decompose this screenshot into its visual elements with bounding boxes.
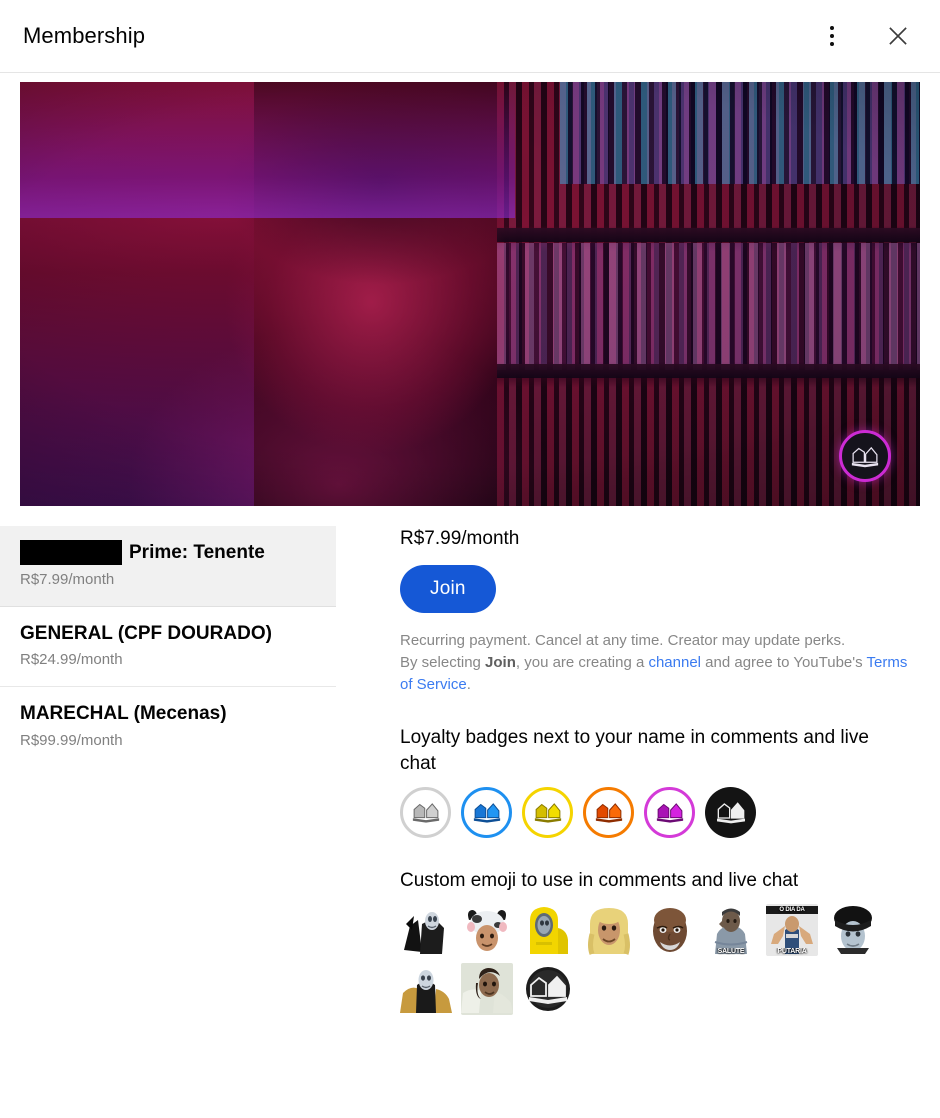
redacted-text-block (20, 540, 122, 566)
emoji-image (834, 905, 872, 954)
book-mountain-icon (656, 803, 683, 823)
loyalty-badge-row (400, 786, 918, 838)
custom-emoji-title: Custom emoji to use in comments and live… (400, 869, 799, 891)
tier-name-label: Prime: Tenente (129, 542, 265, 563)
loyalty-badge-orange (583, 786, 634, 838)
banner-container (0, 73, 940, 506)
emoji-saluting-figure[interactable]: SALUTE (705, 903, 757, 956)
emoji-image (461, 962, 513, 1015)
emoji-yellow-hazmat-suit[interactable] (522, 903, 574, 956)
loyalty-badge-gray (400, 786, 451, 838)
tier-name: Prime: Tenente (20, 540, 316, 566)
book-mountain-icon (534, 803, 561, 823)
tier-price: R$24.99/month (20, 651, 123, 669)
tier-list: Prime: Tenente R$7.99/month GENERAL (CPF… (0, 526, 336, 767)
emoji-image (526, 966, 570, 1011)
emoji-putaria[interactable]: O DIA DA PUTARIA (766, 903, 818, 956)
emoji-image (588, 907, 630, 955)
legal-period: . (466, 675, 471, 693)
legal-mid2: and agree to YouTube's (701, 653, 867, 671)
loyalty-badge-black (705, 786, 756, 838)
tier-detail-pane: R$7.99/month Join Recurring payment. Can… (336, 526, 940, 1015)
dialog-header: Membership (0, 0, 940, 73)
kebab-menu-icon (830, 26, 834, 46)
tier-option-marechal[interactable]: MARECHAL (Mecenas) R$99.99/month (0, 687, 336, 767)
close-icon (889, 27, 907, 45)
channel-avatar[interactable] (839, 430, 891, 482)
detail-price: R$7.99/month (400, 528, 520, 549)
tier-price: R$7.99/month (20, 570, 115, 588)
emoji-image (400, 969, 452, 1013)
emoji-caption-top: O DIA DA (766, 905, 818, 914)
header-actions (812, 16, 918, 56)
channel-link[interactable]: channel (648, 654, 701, 671)
tier-option-general[interactable]: GENERAL (CPF DOURADO) R$24.99/month (0, 607, 336, 688)
emoji-image (530, 906, 568, 954)
book-mountain-icon (716, 802, 745, 824)
book-mountain-icon (473, 803, 500, 823)
loyalty-badge-yellow (522, 786, 573, 838)
emoji-blonde-hair-face[interactable] (583, 903, 635, 956)
vignette-overlay (20, 82, 920, 506)
tier-option-prime-tenente[interactable]: Prime: Tenente R$7.99/month (0, 526, 336, 607)
emoji-caption: SALUTE (717, 947, 745, 955)
more-options-button[interactable] (812, 16, 852, 56)
custom-emoji-grid: SALUTE O DIA DA PUTARIA (400, 903, 900, 1015)
emoji-image (653, 907, 687, 952)
legal-join-word: Join (485, 653, 516, 671)
emoji-image (404, 911, 444, 954)
emoji-dark-armored-figure[interactable] (400, 903, 452, 956)
join-button[interactable]: Join (400, 565, 496, 613)
emoji-image (467, 909, 507, 951)
book-mountain-icon (412, 803, 439, 823)
loyalty-badge-magenta (644, 786, 695, 838)
channel-book-logo-icon (851, 446, 879, 468)
page-title: Membership (23, 23, 146, 48)
loyalty-badge-blue (461, 786, 512, 838)
tier-price: R$99.99/month (20, 731, 123, 749)
tier-name-label: GENERAL (CPF DOURADO) (20, 622, 272, 644)
legal-mid: , you are creating a (515, 653, 649, 671)
legal-prefix: By selecting (400, 653, 486, 671)
tier-name-label: MARECHAL (Mecenas) (20, 703, 227, 725)
tier-name: MARECHAL (Mecenas) (20, 701, 316, 727)
emoji-channel-book-logo[interactable] (522, 962, 574, 1015)
membership-content: Prime: Tenente R$7.99/month GENERAL (CPF… (0, 506, 940, 1015)
emoji-fur-hat-face[interactable] (827, 903, 879, 956)
channel-video-preview[interactable] (20, 82, 920, 506)
tier-name: GENERAL (CPF DOURADO) (20, 621, 316, 647)
book-mountain-icon (595, 803, 622, 823)
emoji-cow-hat-face[interactable] (461, 903, 513, 956)
emoji-caption: PUTARIA (777, 947, 807, 955)
emoji-gold-cloak-figure[interactable] (400, 962, 452, 1015)
loyalty-badges-title: Loyalty badges next to your name in comm… (400, 727, 869, 775)
close-button[interactable] (878, 16, 918, 56)
legal-disclaimer: Recurring payment. Cancel at any time. C… (400, 630, 918, 695)
emoji-person-light-coat[interactable] (461, 962, 513, 1015)
emoji-bald-man-face[interactable] (644, 903, 696, 956)
legal-recurring-text: Recurring payment. Cancel at any time. C… (400, 632, 846, 649)
